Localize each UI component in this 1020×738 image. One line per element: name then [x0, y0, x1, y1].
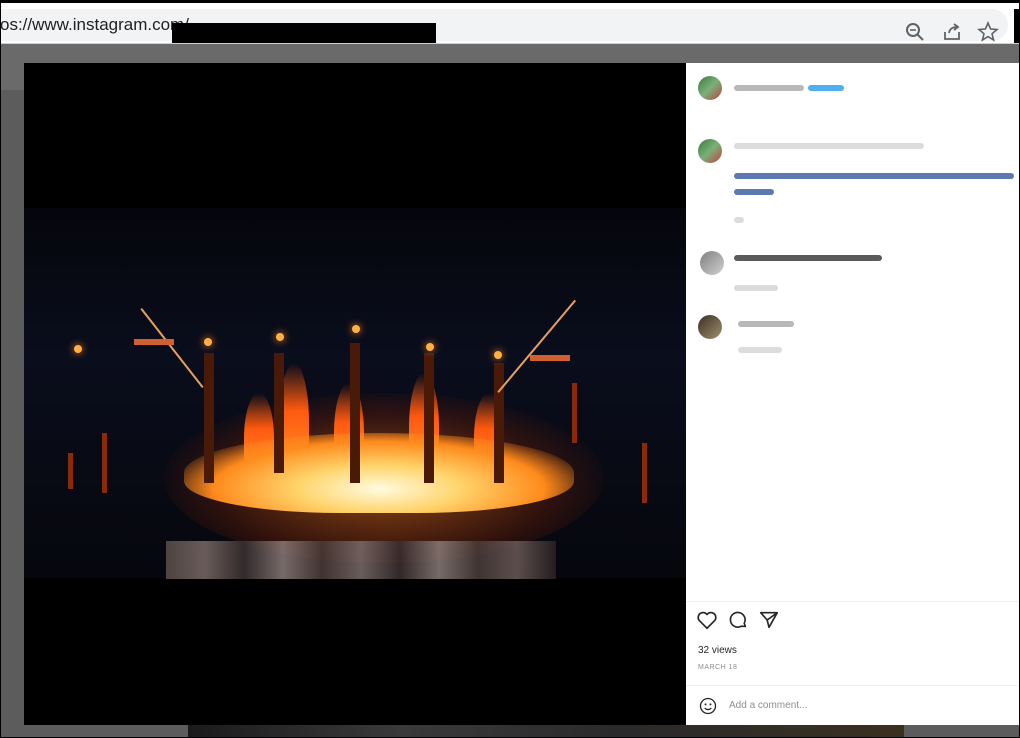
browser-toolbar: os://www.instagram.com/ — [0, 0, 1020, 44]
zoom-icon[interactable] — [904, 21, 926, 43]
dancer-figure — [274, 353, 284, 473]
dancer-figure — [350, 343, 360, 483]
torch — [352, 325, 360, 333]
torch — [74, 345, 82, 353]
add-comment-bar: Add a comment... — [686, 686, 1020, 725]
torch — [204, 338, 212, 346]
flag — [134, 339, 174, 345]
share-send-icon[interactable] — [758, 609, 780, 631]
flag — [530, 355, 570, 361]
views-count[interactable]: 32 views — [698, 645, 737, 656]
ember — [572, 383, 577, 443]
bookmark-star-icon[interactable] — [977, 21, 999, 43]
heart-icon[interactable] — [696, 609, 718, 631]
url-text[interactable]: os://www.instagram.com/ — [0, 15, 189, 35]
emoji-icon[interactable] — [698, 696, 718, 716]
author-username-blurred[interactable] — [734, 85, 804, 91]
pixelated-video-caption — [166, 541, 556, 579]
dancer-figure — [424, 353, 434, 483]
background-thumbnails-strip — [188, 725, 904, 738]
post-date[interactable]: MARCH 18 — [698, 664, 737, 671]
ember — [102, 433, 107, 493]
redacted-url-segment — [172, 23, 436, 43]
follow-button-blurred[interactable] — [808, 85, 844, 91]
comment-input[interactable]: Add a comment... — [729, 700, 807, 711]
share-icon[interactable] — [941, 21, 963, 43]
torch — [426, 343, 434, 351]
torch — [276, 333, 284, 341]
dancer-figure — [494, 363, 504, 483]
ember — [642, 443, 647, 503]
comment-meta-blurred — [738, 347, 782, 353]
caption-time-blurred — [734, 217, 744, 223]
ember — [68, 453, 73, 489]
caption-text-blurred — [734, 189, 774, 195]
commenter-avatar[interactable] — [698, 315, 722, 339]
torch — [494, 351, 502, 359]
post-actions — [686, 601, 1020, 641]
author-avatar[interactable] — [698, 76, 722, 100]
caption-header-blurred — [734, 143, 924, 149]
commenter-avatar[interactable] — [700, 251, 724, 275]
caption-text-blurred — [734, 173, 1014, 179]
post-side-panel: 32 views MARCH 18 Add a comment... — [686, 63, 1020, 725]
caption-author-avatar[interactable] — [698, 139, 722, 163]
comment-text-blurred — [734, 255, 882, 261]
comment-icon[interactable] — [727, 609, 749, 631]
window-edge — [1014, 9, 1020, 43]
fire-core — [184, 433, 574, 513]
comment-meta-blurred — [734, 285, 778, 291]
address-bar[interactable]: os://www.instagram.com/ — [0, 9, 1008, 43]
dancer-figure — [204, 353, 214, 483]
comment-text-blurred — [738, 321, 794, 327]
post-video[interactable] — [24, 63, 686, 725]
